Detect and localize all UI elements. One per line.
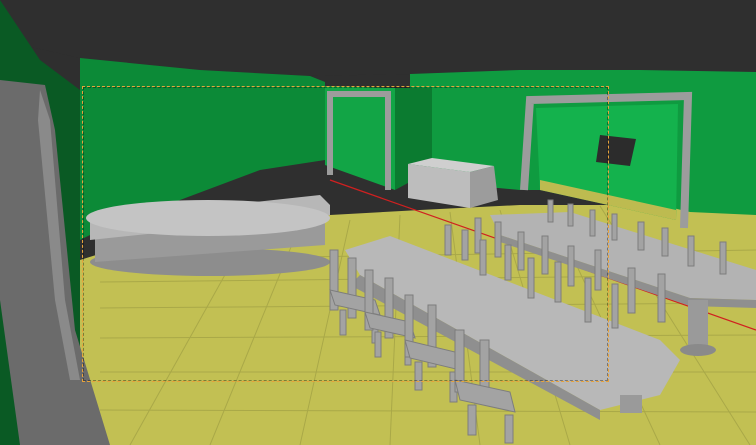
camera-frame bbox=[82, 86, 609, 382]
3d-viewport[interactable] bbox=[0, 0, 756, 445]
